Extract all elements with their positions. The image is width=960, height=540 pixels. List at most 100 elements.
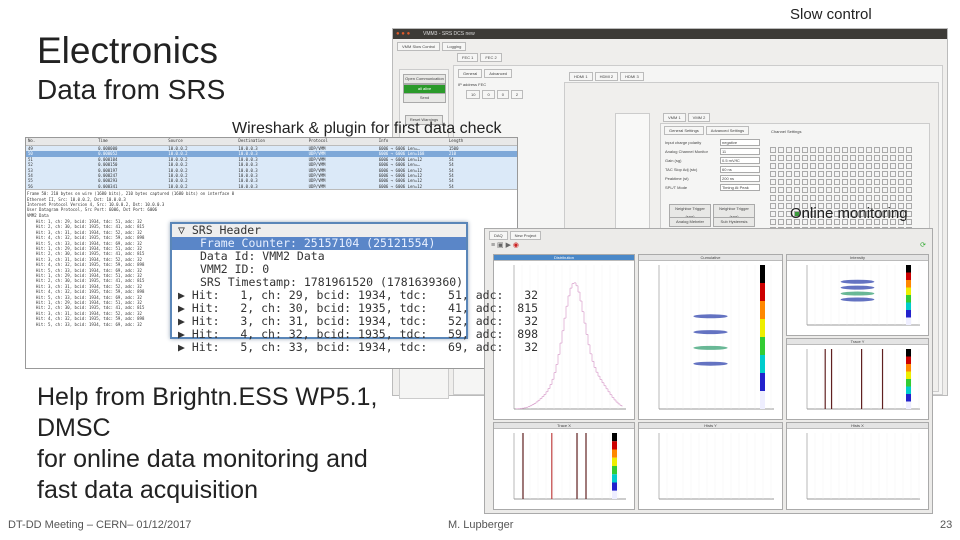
play-icon[interactable]: ▶	[506, 242, 513, 249]
expand-triangle-icon[interactable]: ▶	[178, 301, 192, 315]
channel-checkbox[interactable]	[778, 195, 784, 201]
channel-checkbox[interactable]	[770, 179, 776, 185]
channel-checkbox[interactable]	[826, 179, 832, 185]
channel-checkbox[interactable]	[874, 179, 880, 185]
channel-checkbox[interactable]	[810, 147, 816, 153]
channel-checkbox[interactable]	[802, 179, 808, 185]
detail-line[interactable]: VMM2 Data	[27, 213, 516, 218]
channel-checkbox[interactable]	[858, 147, 864, 153]
channel-checkbox[interactable]	[794, 187, 800, 193]
channel-checkbox[interactable]	[834, 163, 840, 169]
channel-checkbox[interactable]	[898, 179, 904, 185]
channel-checkbox[interactable]	[890, 179, 896, 185]
channel-checkbox[interactable]	[794, 147, 800, 153]
open-communication-button[interactable]: Open Communication	[403, 74, 446, 84]
channel-checkbox[interactable]	[826, 147, 832, 153]
channel-checkbox[interactable]	[866, 155, 872, 161]
channel-checkbox[interactable]	[906, 171, 912, 177]
channel-checkbox[interactable]	[802, 163, 808, 169]
hit-row[interactable]: ▶ Hit: 5, ch: 33, bcid: 1934, tdc: 69, a…	[172, 340, 538, 354]
channel-checkbox[interactable]	[898, 155, 904, 161]
channel-checkbox[interactable]	[818, 179, 824, 185]
channel-checkbox[interactable]	[770, 171, 776, 177]
channel-checkbox[interactable]	[858, 163, 864, 169]
channel-checkbox[interactable]	[890, 171, 896, 177]
channel-checkbox[interactable]	[842, 163, 848, 169]
tab-new-project[interactable]: New Project	[509, 231, 542, 240]
channel-checkbox[interactable]	[826, 195, 832, 201]
channel-checkbox[interactable]	[810, 179, 816, 185]
channel-checkbox[interactable]	[890, 155, 896, 161]
channel-checkbox[interactable]	[818, 155, 824, 161]
channel-checkbox[interactable]	[850, 155, 856, 161]
channel-checkbox[interactable]	[810, 195, 816, 201]
save-icon[interactable]: ▣	[497, 242, 506, 249]
channel-checkbox[interactable]	[906, 179, 912, 185]
channel-checkbox[interactable]	[874, 147, 880, 153]
sub-hysteresis-button[interactable]: Sub Hysteresis	[713, 217, 755, 227]
column-header[interactable]: Source	[166, 138, 236, 145]
channel-checkbox[interactable]	[906, 155, 912, 161]
channel-checkbox[interactable]	[842, 195, 848, 201]
tab-hdmi-3[interactable]: HDMI 3	[620, 72, 644, 81]
channel-checkbox[interactable]	[826, 187, 832, 193]
channel-checkbox[interactable]	[818, 171, 824, 177]
setting-dropdown[interactable]: Timing At Peak	[720, 184, 760, 191]
setting-dropdown[interactable]: 11	[720, 148, 760, 155]
channel-checkbox[interactable]	[882, 171, 888, 177]
channel-checkbox[interactable]	[898, 171, 904, 177]
channel-checkbox[interactable]	[850, 195, 856, 201]
column-header[interactable]: Length	[447, 138, 517, 145]
channel-checkbox[interactable]	[866, 187, 872, 193]
channel-checkbox[interactable]	[906, 187, 912, 193]
channel-checkbox[interactable]	[850, 163, 856, 169]
channel-checkbox[interactable]	[874, 155, 880, 161]
channel-checkbox[interactable]	[866, 195, 872, 201]
channel-checkbox[interactable]	[786, 195, 792, 201]
plot-panel[interactable]: Intensity	[786, 254, 929, 336]
tab-logging[interactable]: Logging	[442, 42, 467, 51]
tab-fec-1[interactable]: FEC 1	[457, 53, 479, 62]
channel-checkbox[interactable]	[786, 163, 792, 169]
plot-panel[interactable]: Trace X	[493, 422, 635, 510]
channel-checkbox[interactable]	[826, 163, 832, 169]
expand-triangle-icon[interactable]: ▶	[178, 340, 192, 354]
channel-checkbox[interactable]	[834, 147, 840, 153]
channel-checkbox[interactable]	[778, 203, 784, 209]
channel-checkbox[interactable]	[778, 155, 784, 161]
channel-checkbox[interactable]	[778, 211, 784, 217]
column-header[interactable]: Time	[96, 138, 166, 145]
column-header[interactable]: Protocol	[307, 138, 377, 145]
tab-general[interactable]: General	[458, 69, 483, 78]
channel-checkbox[interactable]	[890, 187, 896, 193]
channel-checkbox[interactable]	[866, 179, 872, 185]
channel-checkbox[interactable]	[882, 147, 888, 153]
ip-field-3[interactable]: 0	[496, 90, 509, 99]
channel-checkbox[interactable]	[882, 195, 888, 201]
channel-checkbox[interactable]	[778, 147, 784, 153]
send-button[interactable]: Send	[403, 93, 446, 103]
channel-checkbox[interactable]	[770, 195, 776, 201]
channel-checkbox[interactable]	[802, 155, 808, 161]
channel-checkbox[interactable]	[898, 195, 904, 201]
channel-checkbox[interactable]	[770, 155, 776, 161]
expand-triangle-icon[interactable]: ▶	[178, 327, 192, 341]
channel-checkbox[interactable]	[810, 171, 816, 177]
plot-panel[interactable]: Hists X	[786, 422, 929, 510]
channel-checkbox[interactable]	[802, 171, 808, 177]
channel-checkbox[interactable]	[842, 147, 848, 153]
tab-slow-control[interactable]: VMM Slow Control	[397, 42, 441, 51]
channel-checkbox[interactable]	[834, 179, 840, 185]
channel-checkbox[interactable]	[890, 163, 896, 169]
channel-checkbox[interactable]	[802, 187, 808, 193]
channel-checkbox[interactable]	[818, 195, 824, 201]
ip-field-4[interactable]: 2	[510, 90, 524, 99]
plot-panel[interactable]: Trace Y	[786, 338, 929, 420]
channel-checkbox[interactable]	[890, 195, 896, 201]
setting-dropdown[interactable]: negative	[720, 139, 760, 146]
channel-checkbox[interactable]	[770, 203, 776, 209]
tab-hdmi-2[interactable]: HDMI 2	[594, 72, 619, 81]
channel-checkbox[interactable]	[858, 195, 864, 201]
refresh-icon[interactable]: ⟳	[920, 241, 926, 249]
channel-checkbox[interactable]	[778, 163, 784, 169]
